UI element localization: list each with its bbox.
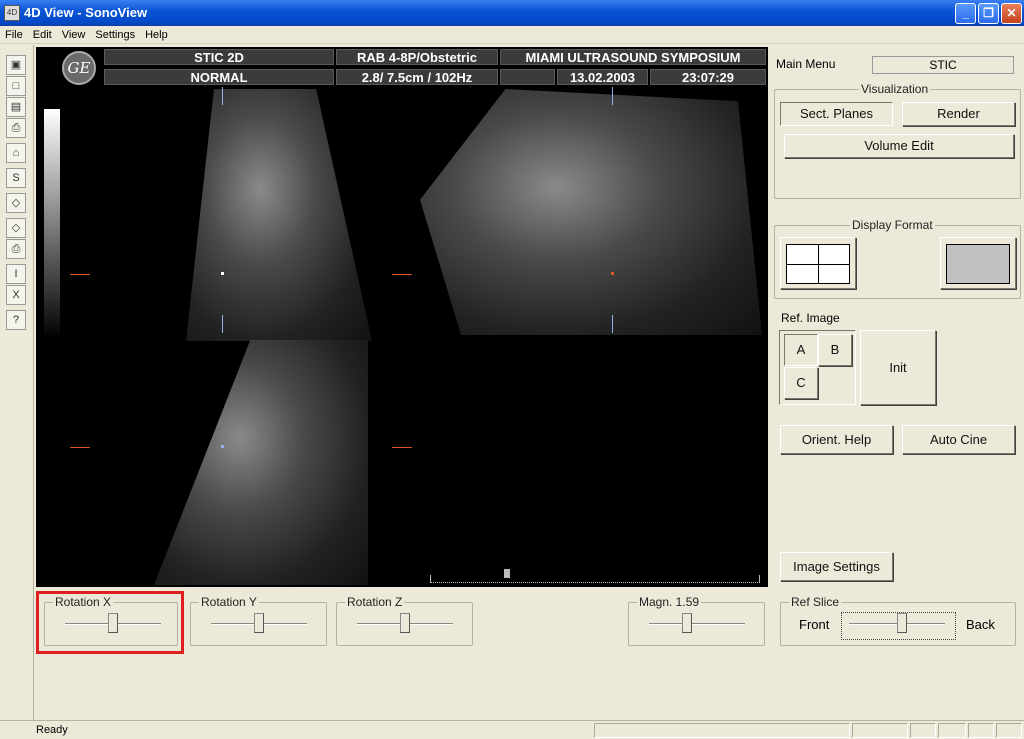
maximize-button[interactable]: ❐ bbox=[978, 3, 999, 24]
header-mode2: NORMAL bbox=[104, 69, 334, 85]
menu-file[interactable]: File bbox=[0, 26, 28, 44]
display-format-label: Display Format bbox=[850, 218, 935, 232]
rotation-y-group: Rotation Y bbox=[190, 595, 327, 646]
plane-a-bottom-marker bbox=[222, 315, 223, 333]
status-text: Ready bbox=[36, 724, 68, 736]
window-title: 4D View - SonoView bbox=[24, 5, 148, 20]
print-icon[interactable]: ⎙ bbox=[6, 118, 26, 138]
magnification-group: Magn. 1.59 bbox=[628, 595, 765, 646]
ref-slice-back-label: Back bbox=[966, 617, 995, 632]
status-panel-2 bbox=[852, 723, 908, 738]
ref-slice-group: Ref Slice Front Back bbox=[780, 595, 1016, 646]
plane-c-image[interactable] bbox=[154, 340, 368, 585]
plane-b-bottom-marker bbox=[612, 315, 613, 333]
ge-logo: GE bbox=[62, 51, 96, 85]
ref-a-button[interactable]: A bbox=[784, 334, 818, 366]
quad-format-button[interactable] bbox=[780, 237, 856, 289]
status-panel-1 bbox=[594, 723, 850, 738]
sect-planes-button[interactable]: Sect. Planes bbox=[780, 102, 893, 126]
plane-b-image[interactable] bbox=[420, 89, 762, 335]
header-blank bbox=[500, 69, 555, 85]
magnification-track[interactable] bbox=[649, 623, 745, 625]
save-icon[interactable]: ▤ bbox=[6, 97, 26, 117]
plane-a-left-marker bbox=[70, 274, 90, 275]
header-time: 23:07:29 bbox=[650, 69, 766, 85]
volume-edit-button[interactable]: Volume Edit bbox=[784, 134, 1014, 158]
plane-b-center-dot bbox=[611, 272, 614, 275]
plane-a-center-dot bbox=[221, 272, 224, 275]
rotation-z-group: Rotation Z bbox=[336, 595, 473, 646]
header-site: MIAMI ULTRASOUND SYMPOSIUM bbox=[500, 49, 766, 65]
open-folder-icon[interactable]: ▣ bbox=[6, 55, 26, 75]
title-bar: 4D 4D View - SonoView _ ❐ ✕ bbox=[0, 0, 1024, 26]
menu-help[interactable]: Help bbox=[140, 26, 173, 44]
cine-scale-thumb[interactable] bbox=[504, 569, 510, 578]
render-button[interactable]: Render bbox=[902, 102, 1015, 126]
visualization-label: Visualization bbox=[859, 82, 931, 96]
plane-c-left-marker bbox=[70, 447, 90, 448]
arrow-icon[interactable]: ◇ bbox=[6, 218, 26, 238]
status-panel-3 bbox=[910, 723, 936, 738]
orient-help-button[interactable]: Orient. Help bbox=[780, 425, 893, 454]
status-panel-5 bbox=[968, 723, 994, 738]
plane-c-center-dot bbox=[221, 445, 224, 448]
plane-a-image[interactable] bbox=[186, 89, 372, 341]
rotation-y-thumb[interactable] bbox=[254, 613, 264, 633]
header-date: 13.02.2003 bbox=[557, 69, 648, 85]
patient-icon[interactable]: ⌂ bbox=[6, 143, 26, 163]
ultrasound-viewer[interactable]: GE STIC 2D NORMAL RAB 4-8P/Obstetric 2.8… bbox=[36, 47, 768, 587]
minimize-button[interactable]: _ bbox=[955, 3, 976, 24]
plane-a-top-marker bbox=[222, 87, 223, 105]
single-format-icon bbox=[946, 244, 1010, 284]
header-mode: STIC 2D bbox=[104, 49, 334, 65]
rotation-y-label: Rotation Y bbox=[199, 595, 259, 609]
plane-b-left-marker bbox=[392, 274, 412, 275]
menu-view[interactable]: View bbox=[57, 26, 91, 44]
image-settings-button[interactable]: Image Settings bbox=[780, 552, 893, 581]
header-params: 2.8/ 7.5cm / 102Hz bbox=[336, 69, 498, 85]
ref-slice-thumb[interactable] bbox=[896, 613, 907, 633]
ref-image-label: Ref. Image bbox=[781, 311, 840, 325]
print-color-icon[interactable]: ⎙ bbox=[6, 239, 26, 259]
close-button[interactable]: ✕ bbox=[1001, 3, 1022, 24]
rotation-z-thumb[interactable] bbox=[400, 613, 410, 633]
left-toolbar: ▣ □ ▤ ⎙ ⌂ S ◇ ◇ ⎙ I X? bbox=[0, 45, 34, 720]
init-button[interactable]: Init bbox=[860, 330, 936, 405]
help-icon[interactable]: ? bbox=[6, 310, 26, 330]
report-icon[interactable]: I bbox=[6, 264, 26, 284]
menu-settings[interactable]: Settings bbox=[90, 26, 140, 44]
ref-slice-front-label: Front bbox=[799, 617, 830, 632]
single-format-button[interactable] bbox=[940, 237, 1016, 289]
new-file-icon[interactable]: □ bbox=[6, 76, 26, 96]
status-panel-6 bbox=[996, 723, 1022, 738]
s-icon[interactable]: S bbox=[6, 168, 26, 188]
rotation-z-label: Rotation Z bbox=[345, 595, 405, 609]
magnification-label: Magn. 1.59 bbox=[637, 595, 702, 609]
plane-d-left-marker bbox=[392, 447, 412, 448]
menu-bar: File Edit View Settings Help bbox=[0, 26, 1024, 44]
rotate-icon[interactable]: ◇ bbox=[6, 193, 26, 213]
status-panel-4 bbox=[938, 723, 966, 738]
rotation-x-highlight bbox=[36, 591, 184, 654]
header-probe: RAB 4-8P/Obstetric bbox=[336, 49, 498, 65]
app-icon[interactable]: 4D bbox=[4, 5, 20, 21]
status-bar: Ready bbox=[0, 720, 1024, 739]
ref-c-button[interactable]: C bbox=[784, 367, 818, 399]
quad-format-icon bbox=[786, 244, 850, 284]
plane-b-top-marker bbox=[612, 87, 613, 105]
ref-slice-label: Ref Slice bbox=[789, 595, 842, 609]
ref-b-button[interactable]: B bbox=[818, 334, 852, 366]
main-menu-value: STIC bbox=[872, 56, 1014, 74]
report-edit-icon[interactable]: X bbox=[6, 285, 26, 305]
magnification-thumb[interactable] bbox=[682, 613, 693, 633]
auto-cine-button[interactable]: Auto Cine bbox=[902, 425, 1015, 454]
main-menu-label: Main Menu bbox=[776, 57, 836, 71]
menu-edit[interactable]: Edit bbox=[28, 26, 57, 44]
grayscale-bar bbox=[44, 109, 60, 339]
cine-scale-bar[interactable] bbox=[430, 575, 760, 583]
